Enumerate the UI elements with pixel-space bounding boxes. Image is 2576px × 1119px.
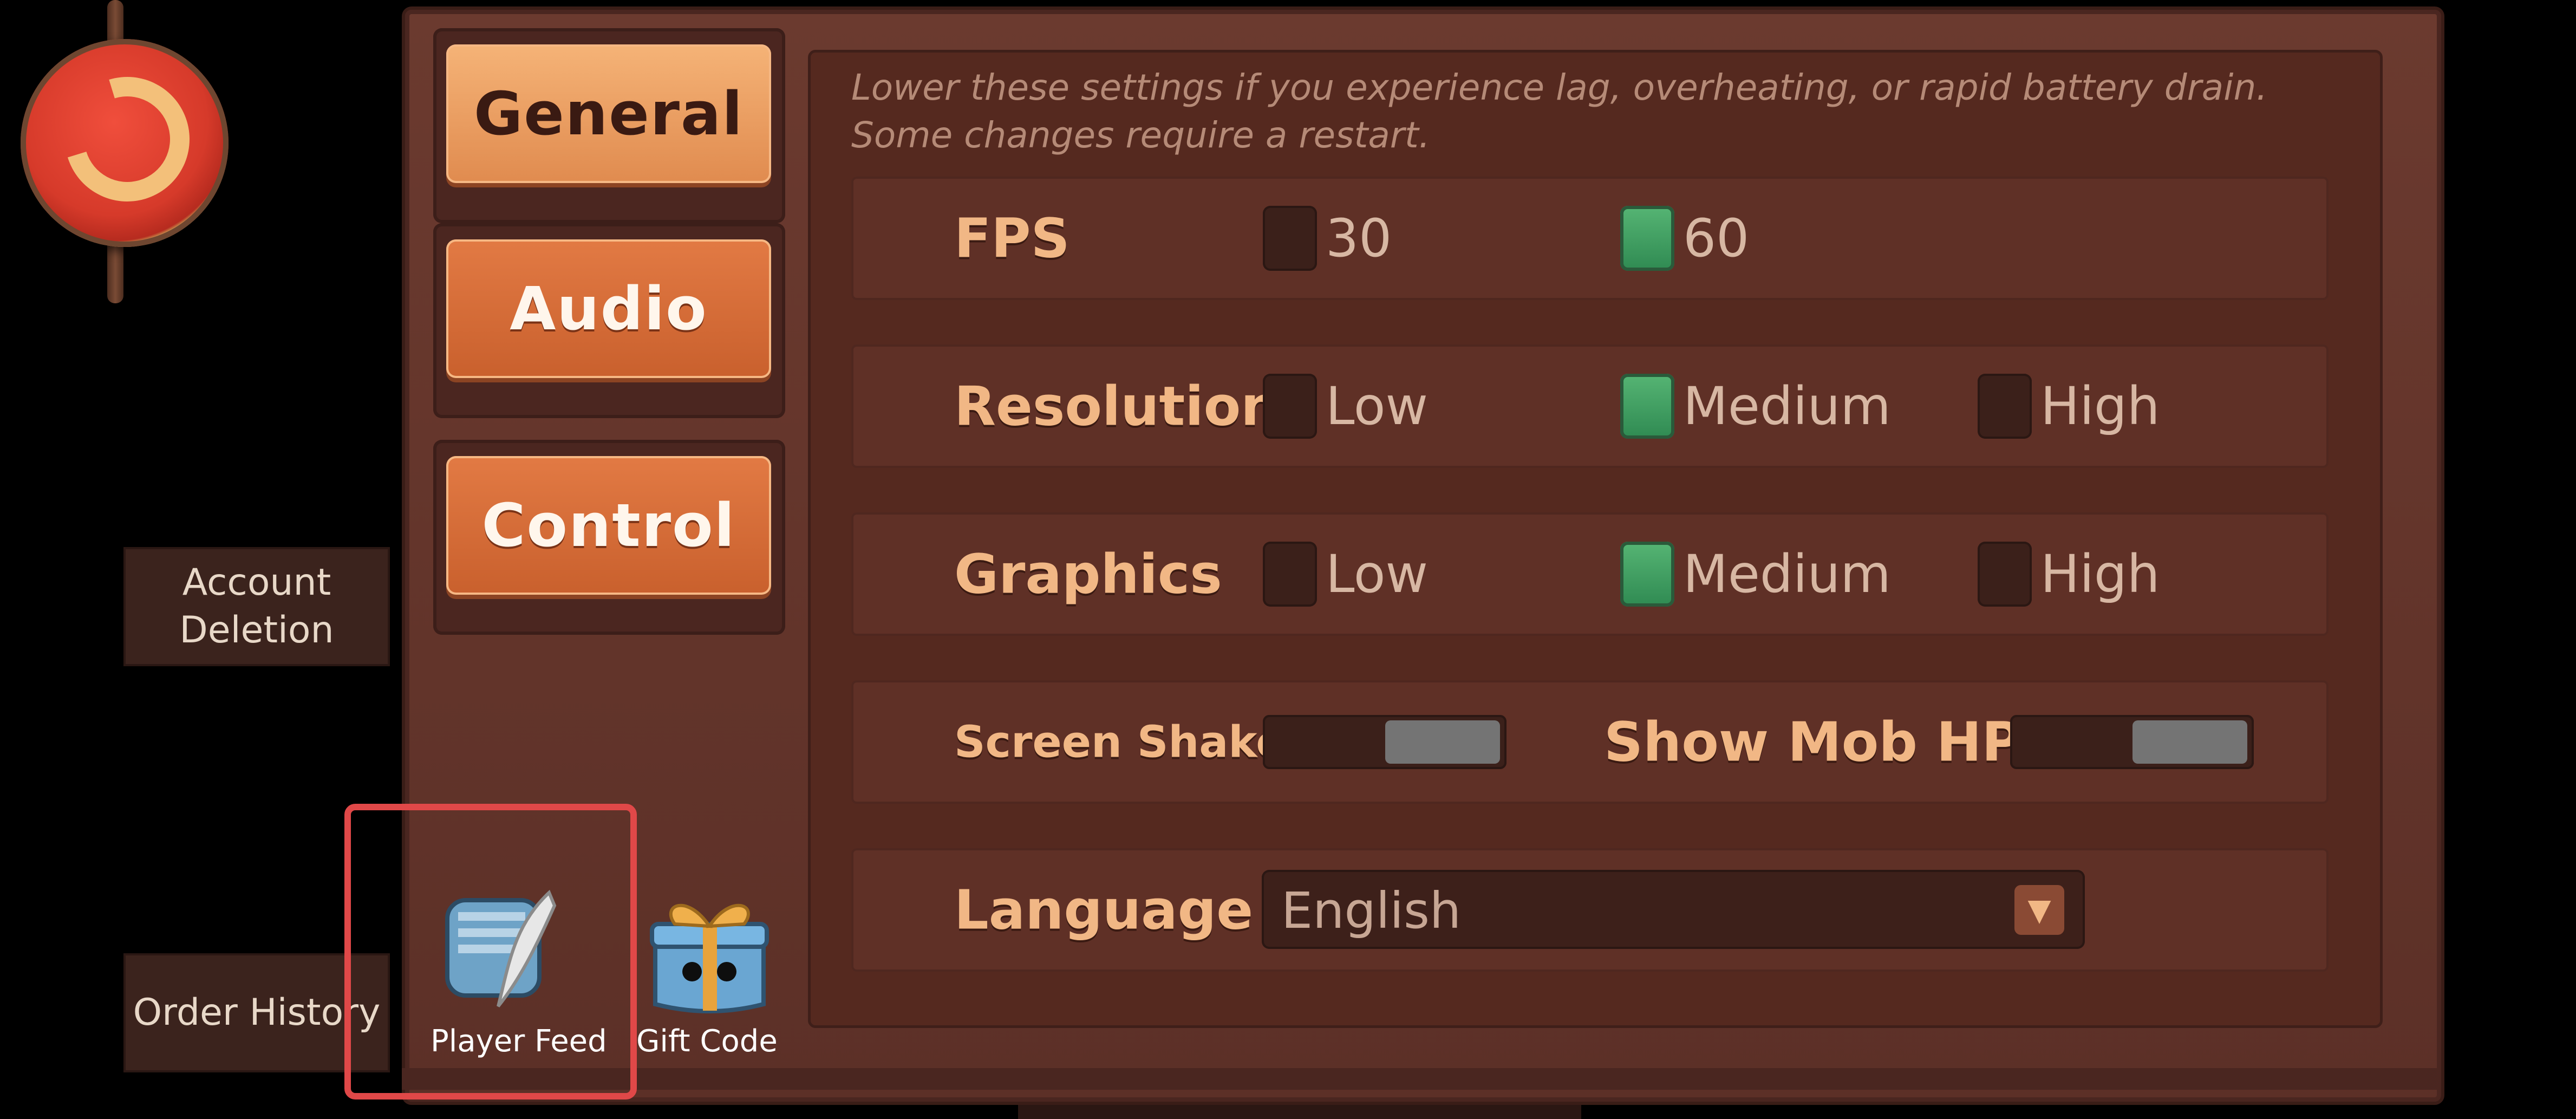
resolution-row: Resolution Low Medium High — [851, 344, 2329, 468]
graphics-option-high[interactable]: High — [1978, 542, 2160, 607]
language-label: Language — [954, 878, 1254, 942]
chevron-down-icon[interactable]: ▼ — [2014, 885, 2064, 935]
resolution-label: Resolution — [954, 374, 1280, 438]
panel-bottom-strip — [402, 1068, 2438, 1090]
resolution-option-medium[interactable]: Medium — [1620, 374, 1891, 439]
graphics-label: Graphics — [954, 542, 1222, 606]
checkbox-fps-60[interactable] — [1620, 206, 1674, 271]
resolution-option-medium-label: Medium — [1683, 376, 1891, 437]
performance-note: Lower these settings if you experience l… — [851, 67, 2268, 156]
gift-code-label: Gift Code — [636, 1024, 778, 1059]
resolution-option-high[interactable]: High — [1978, 374, 2160, 439]
show-mob-hp-toggle[interactable] — [2010, 715, 2254, 769]
gift-box-icon[interactable] — [639, 888, 780, 1018]
tab-audio[interactable]: Audio — [446, 239, 771, 378]
toggles-row: Screen Shake Show Mob HP — [851, 680, 2329, 804]
checkbox-resolution-high[interactable] — [1978, 374, 2032, 439]
screen-shake-label: Screen Shake — [954, 717, 1286, 767]
resolution-option-low[interactable]: Low — [1263, 374, 1428, 439]
fps-option-30-label: 30 — [1326, 208, 1392, 269]
graphics-option-medium-label: Medium — [1683, 544, 1891, 604]
checkbox-resolution-medium[interactable] — [1620, 374, 1674, 439]
scroll-quill-icon[interactable] — [433, 882, 574, 1023]
show-mob-hp-toggle-knob — [2132, 720, 2247, 764]
screen-shake-toggle-knob — [1385, 720, 1500, 764]
fps-option-60-label: 60 — [1683, 208, 1750, 269]
player-feed-label: Player Feed — [431, 1024, 607, 1059]
tab-general[interactable]: General — [446, 44, 771, 183]
screen-shake-toggle[interactable] — [1263, 715, 1507, 769]
checkbox-graphics-low[interactable] — [1263, 542, 1317, 607]
tab-slot-control: Control — [433, 440, 785, 635]
checkbox-resolution-low[interactable] — [1263, 374, 1317, 439]
fps-option-60[interactable]: 60 — [1620, 206, 1749, 271]
tab-control[interactable]: Control — [446, 456, 771, 595]
graphics-option-high-label: High — [2040, 544, 2160, 604]
fps-option-30[interactable]: 30 — [1263, 206, 1392, 271]
graphics-option-low[interactable]: Low — [1263, 542, 1428, 607]
footer-strip — [1018, 1105, 1581, 1119]
language-dropdown[interactable]: English ▼ — [1262, 870, 2085, 949]
graphics-option-medium[interactable]: Medium — [1620, 542, 1891, 607]
graphics-row: Graphics Low Medium High — [851, 512, 2329, 636]
fps-row: FPS 30 60 — [851, 177, 2329, 300]
resolution-option-high-label: High — [2040, 376, 2160, 437]
tab-slot-audio: Audio — [433, 223, 785, 418]
checkbox-graphics-high[interactable] — [1978, 542, 2032, 607]
account-deletion-button[interactable]: Account Deletion — [123, 547, 390, 666]
resolution-option-low-label: Low — [1326, 376, 1429, 437]
language-value: English — [1281, 882, 1462, 940]
checkbox-fps-30[interactable] — [1263, 206, 1317, 271]
show-mob-hp-label: Show Mob HP — [1604, 710, 2021, 774]
graphics-option-low-label: Low — [1326, 544, 1429, 604]
tab-slot-general: General — [433, 28, 785, 223]
checkbox-graphics-medium[interactable] — [1620, 542, 1674, 607]
fps-label: FPS — [954, 206, 1070, 270]
